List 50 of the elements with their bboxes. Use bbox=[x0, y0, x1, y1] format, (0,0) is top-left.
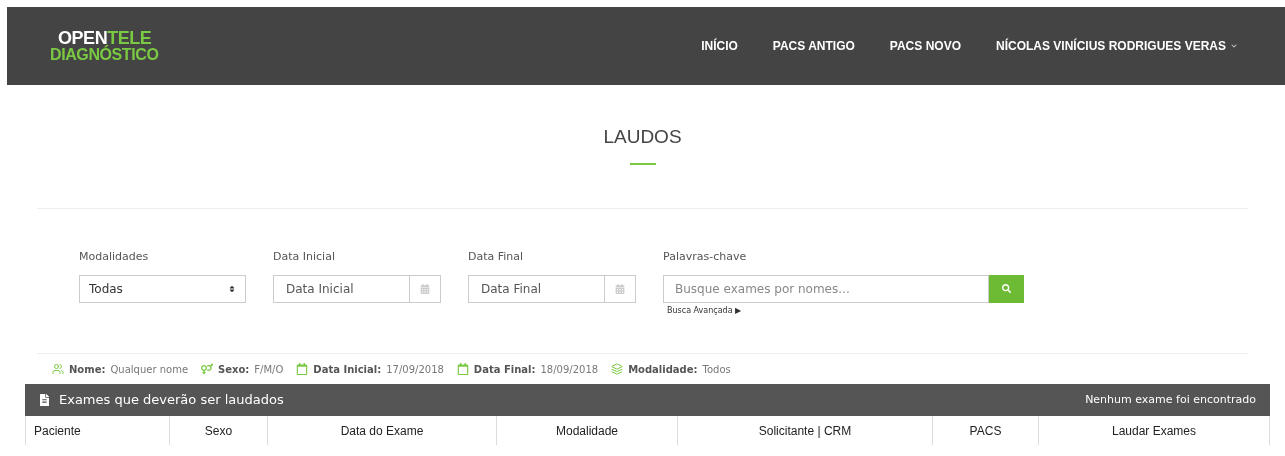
gender-icon bbox=[201, 363, 214, 375]
filter-label: Sexo: bbox=[218, 362, 250, 377]
column-header: Data do Exame bbox=[267, 416, 496, 445]
field-label: Palavras-chave bbox=[663, 249, 748, 265]
logo-text: DIAGNÓSTICO bbox=[50, 47, 159, 63]
filter-value: Qualquer nome bbox=[110, 362, 189, 377]
nav-link[interactable]: PACS NOVO bbox=[889, 37, 961, 55]
filter-value: Todos bbox=[702, 362, 731, 377]
users-icon bbox=[52, 363, 64, 375]
search-icon bbox=[1002, 284, 1011, 293]
calendar-icon bbox=[615, 283, 625, 294]
filter-value: F/M/O bbox=[254, 362, 284, 377]
filter-label: Data Final: bbox=[473, 362, 536, 377]
filter-label: Nome: bbox=[69, 362, 106, 377]
sort-icon bbox=[228, 284, 236, 293]
field-label: Data Inicial bbox=[273, 249, 336, 265]
document-icon bbox=[39, 394, 50, 406]
field-label: Modalidades bbox=[79, 249, 150, 265]
modality-select[interactable]: Todas bbox=[79, 274, 246, 303]
table-status: Nenhum exame foi encontrado bbox=[1085, 391, 1256, 408]
search-field[interactable]: Busque exames por nomes... bbox=[663, 274, 989, 303]
column-header: Laudar Exames bbox=[1038, 416, 1269, 445]
user-menu[interactable]: NÍCOLAS VINÍCIUS RODRIGUES VERAS bbox=[995, 37, 1237, 55]
layers-icon bbox=[611, 363, 624, 375]
field-label: Data Final bbox=[468, 249, 525, 265]
date-field[interactable]: Data Final bbox=[468, 274, 605, 303]
logo-text: OPEN bbox=[58, 29, 108, 47]
advanced-search-link[interactable]: Busca Avançada ▶ bbox=[667, 304, 1024, 317]
calendar-icon bbox=[456, 363, 469, 375]
logo-text: TELE bbox=[107, 29, 152, 47]
nav-link[interactable]: PACS ANTIGO bbox=[772, 37, 855, 55]
column-header: PACS bbox=[932, 416, 1038, 445]
chevron-icon bbox=[1231, 43, 1237, 49]
calendar-addon[interactable] bbox=[605, 274, 636, 303]
nav-link[interactable]: INÍCIO bbox=[701, 37, 738, 55]
calendar-addon[interactable] bbox=[410, 274, 441, 303]
table-title: Exames que deverão ser laudados bbox=[59, 391, 284, 410]
column-header: Sexo bbox=[169, 416, 267, 445]
page-title: LAUDOS bbox=[603, 127, 682, 146]
filter-label: Modalidade: bbox=[628, 362, 698, 377]
column-header: Paciente bbox=[33, 422, 82, 440]
date-field[interactable]: Data Inicial bbox=[273, 274, 410, 303]
search-button[interactable] bbox=[989, 274, 1024, 303]
filter-label: Data Inicial: bbox=[313, 362, 382, 377]
filter-value: 18/09/2018 bbox=[540, 362, 599, 377]
column-header: Solicitante | CRM bbox=[677, 416, 932, 445]
column-header: Modalidade bbox=[496, 416, 677, 445]
calendar-icon bbox=[296, 363, 309, 375]
filter-value: 17/09/2018 bbox=[386, 362, 444, 377]
calendar-icon bbox=[420, 283, 430, 294]
